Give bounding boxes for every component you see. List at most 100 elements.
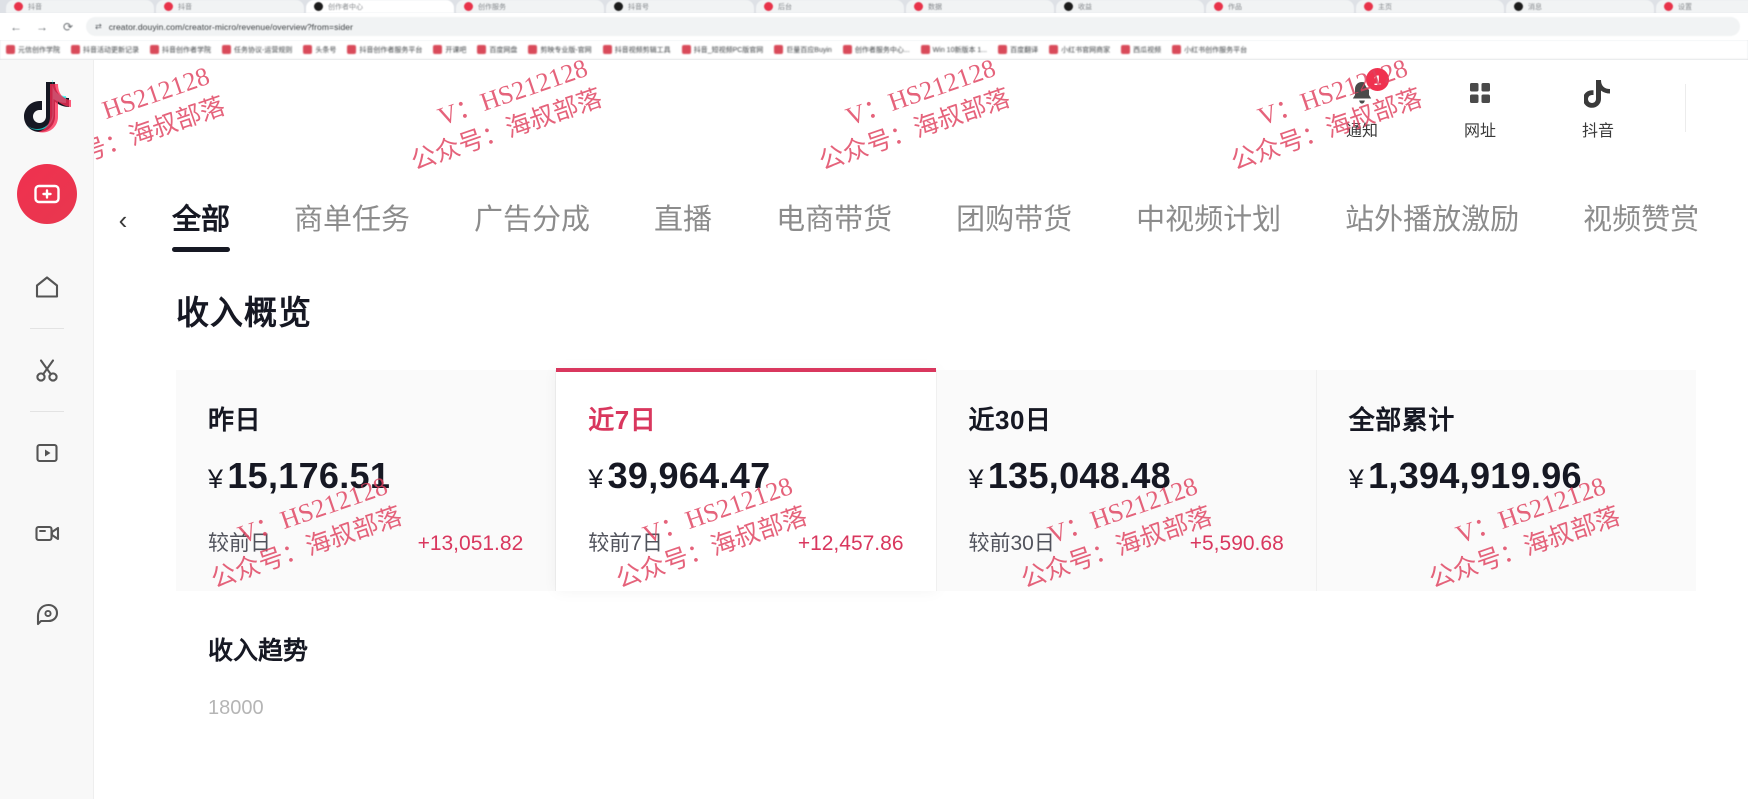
sidebar-item-editor[interactable] xyxy=(20,343,74,397)
bookmark-item[interactable]: 抖音创作者学院 xyxy=(150,45,211,55)
tab-all[interactable]: 全部 xyxy=(140,190,262,252)
tab-favicon xyxy=(464,2,473,11)
bookmark-favicon xyxy=(528,45,538,54)
left-sidebar xyxy=(0,60,94,799)
site-info-icon[interactable]: ⇄ xyxy=(95,22,102,31)
bookmark-item[interactable]: 抖音视频剪辑工具 xyxy=(602,45,671,55)
sidebar-item-home[interactable] xyxy=(20,260,74,314)
browser-tab[interactable]: 数据 xyxy=(906,0,1054,13)
trend-axis-label: 18000 xyxy=(208,697,264,719)
revenue-cards: 昨日 ¥15,176.51 较前日 +13,051.82 近7日 ¥39,964… xyxy=(176,368,1696,591)
tab-title: 收益 xyxy=(1078,3,1092,11)
reload-icon[interactable]: ⟳ xyxy=(60,19,76,35)
bookmark-item[interactable]: 百度翻译 xyxy=(998,45,1038,55)
revenue-trend-section: 收入趋势 18000 xyxy=(176,591,1696,720)
website-button[interactable]: 网址 xyxy=(1449,78,1511,141)
back-icon[interactable]: ← xyxy=(8,19,24,35)
browser-tab[interactable]: 后台 xyxy=(756,0,904,13)
bookmark-label: 小红书官网商家 xyxy=(1061,46,1111,54)
bookmark-item[interactable]: 小红书创作服务平台 xyxy=(1172,45,1247,55)
card-label: 全部累计 xyxy=(1348,405,1455,435)
sidebar-item-live[interactable] xyxy=(20,506,74,560)
browser-tab[interactable]: 抖音 xyxy=(156,0,304,13)
forward-icon[interactable]: → xyxy=(34,19,50,35)
bookmark-favicon xyxy=(222,45,231,54)
tab-ad-share[interactable]: 广告分成 xyxy=(442,190,622,250)
bookmark-label: 抖音活动更新记录 xyxy=(83,46,139,54)
card-label: 近30日 xyxy=(968,405,1052,435)
assistant-icon xyxy=(36,603,58,626)
tab-title: 抖音号 xyxy=(628,3,649,11)
bookmark-item[interactable]: 百度网盘 xyxy=(477,45,517,55)
browser-tab[interactable]: 作品 xyxy=(1206,0,1354,13)
play-box-icon xyxy=(35,443,58,463)
bookmark-item[interactable]: 抖音活动更新记录 xyxy=(71,45,139,55)
bookmark-item[interactable]: 巨量百应Buyin xyxy=(774,45,832,55)
tab-favicon xyxy=(1214,2,1223,11)
currency-symbol: ¥ xyxy=(588,464,604,494)
browser-tab[interactable]: 消息 xyxy=(1506,0,1654,13)
browser-tabstrip: 抖音 抖音 创作者中心 创作服务 抖音号 后台 数据 收益 作品 主页 消息 设… xyxy=(0,0,1748,13)
tabs-scroll-left-icon[interactable]: ‹ xyxy=(106,200,140,240)
notification-button[interactable]: 1 通知 xyxy=(1331,66,1393,141)
browser-tab-active[interactable]: 创作者中心 xyxy=(306,0,454,13)
bookmark-item[interactable]: 创作者服务中心... xyxy=(842,45,910,55)
bookmark-item[interactable]: 抖音_短视频PC版官网 xyxy=(681,45,763,55)
category-tabs: ‹ 全部 商单任务 广告分成 直播 电商带货 团购带货 中视频计划 站外播放激励… xyxy=(94,188,1748,252)
bookmark-item[interactable]: 任务协议-运营规则 xyxy=(222,45,292,55)
bookmark-item[interactable]: 开课吧 xyxy=(433,45,466,55)
bookmark-label: 开课吧 xyxy=(445,46,467,54)
browser-tab[interactable]: 收益 xyxy=(1056,0,1204,13)
bookmarks-bar: 元信创作学院 抖音活动更新记录 抖音创作者学院 任务协议-运营规则 头条号 抖音… xyxy=(0,40,1748,60)
tab-title: 作品 xyxy=(1228,3,1242,11)
bookmark-item[interactable]: Win 10新版本 1... xyxy=(920,45,987,55)
sidebar-item-assistant[interactable] xyxy=(20,586,74,640)
sidebar-divider xyxy=(29,411,64,412)
bookmark-item[interactable]: 抖音创作者服务平台 xyxy=(347,45,422,55)
browser-tab[interactable]: 抖音号 xyxy=(606,0,754,13)
bookmark-label: 头条号 xyxy=(315,46,337,54)
sidebar-item-play[interactable] xyxy=(20,426,74,480)
revenue-card-total[interactable]: 全部累计 ¥1,394,919.96 xyxy=(1316,370,1696,591)
revenue-card-last7days[interactable]: 近7日 ¥39,964.47 较前7日 +12,457.86 xyxy=(556,368,937,591)
browser-chrome: 抖音 抖音 创作者中心 创作服务 抖音号 后台 数据 收益 作品 主页 消息 设… xyxy=(0,0,1748,60)
grid-icon xyxy=(1465,78,1495,108)
address-bar[interactable]: ⇄ creator.douyin.com/creator-micro/reven… xyxy=(86,17,1740,36)
bookmark-item[interactable]: 元信创作学院 xyxy=(6,45,60,55)
tab-favicon xyxy=(1514,2,1523,11)
bookmark-item[interactable]: 西瓜视频 xyxy=(1121,45,1161,55)
tab-favicon xyxy=(1064,2,1073,11)
revenue-card-last30days[interactable]: 近30日 ¥135,048.48 较前30日 +5,590.68 xyxy=(936,370,1317,591)
revenue-card-yesterday[interactable]: 昨日 ¥15,176.51 较前日 +13,051.82 xyxy=(176,370,557,591)
browser-tab[interactable]: 设置 xyxy=(1656,0,1748,13)
browser-tab[interactable]: 主页 xyxy=(1356,0,1504,13)
trend-title: 收入趋势 xyxy=(208,637,309,665)
tab-video-reward[interactable]: 视频赞赏 xyxy=(1551,190,1731,250)
bookmark-favicon xyxy=(71,45,80,54)
tab-live[interactable]: 直播 xyxy=(622,190,744,250)
tab-favicon xyxy=(914,2,923,11)
bookmark-item[interactable]: 小红书官网商家 xyxy=(1049,45,1110,55)
tab-title: 设置 xyxy=(1678,3,1692,11)
douyin-button[interactable]: 抖音 xyxy=(1567,78,1629,141)
bookmark-label: 小红书创作服务平台 xyxy=(1184,46,1248,54)
revenue-overview-content: 收入概览 昨日 ¥15,176.51 较前日 +13,051.82 近7日 ¥3 xyxy=(94,252,1748,799)
tab-group-buy[interactable]: 团购带货 xyxy=(924,190,1104,250)
douyin-logo[interactable] xyxy=(21,78,73,134)
upload-video-button[interactable] xyxy=(16,164,77,224)
bookmark-favicon xyxy=(433,45,443,54)
browser-tab[interactable]: 抖音 xyxy=(6,0,154,13)
address-bar-url: creator.douyin.com/creator-micro/revenue… xyxy=(108,21,354,32)
tab-mid-video-plan[interactable]: 中视频计划 xyxy=(1104,190,1313,250)
tab-favicon xyxy=(164,2,173,11)
card-value: ¥1,394,919.96 xyxy=(1349,455,1696,497)
tab-offsite-play-incentive[interactable]: 站外播放激励 xyxy=(1313,190,1551,250)
bookmark-item[interactable]: 剪映专业版-官网 xyxy=(528,45,592,55)
bookmark-favicon xyxy=(842,45,852,54)
browser-tab[interactable]: 创作服务 xyxy=(456,0,604,13)
tab-ecommerce[interactable]: 电商带货 xyxy=(744,190,924,250)
tab-brand-task[interactable]: 商单任务 xyxy=(262,190,442,250)
bookmark-item[interactable]: 头条号 xyxy=(303,45,336,55)
card-compare-value: +13,051.82 xyxy=(417,532,524,555)
page-title: 收入概览 xyxy=(176,294,312,331)
